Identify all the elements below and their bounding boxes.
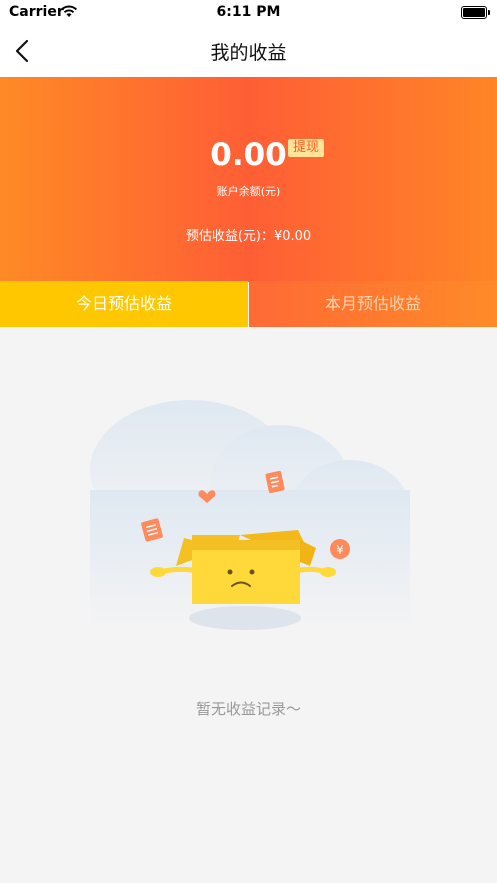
empty-state-message: 暂无收益记录～ — [195, 700, 301, 718]
nav-bar: 我的收益 — [0, 26, 497, 77]
earnings-tabs: 今日预估收益 本月预估收益 — [0, 281, 497, 327]
empty-box-illustration: ¥ — [90, 400, 410, 630]
estimated-earnings: 预估收益(元)：¥0.00 — [185, 229, 312, 244]
ground-shadow — [189, 606, 301, 630]
page-title: 我的收益 — [210, 42, 287, 64]
withdraw-button[interactable]: 提现 — [288, 139, 325, 157]
svg-text:¥: ¥ — [336, 543, 344, 557]
coin-icon: ¥ — [330, 539, 350, 559]
clock: 6:11 PM — [216, 4, 281, 20]
balance-label: 账户余额(元) — [216, 185, 281, 198]
earnings-summary: 0.00 提现 账户余额(元) 预估收益(元)：¥0.00 — [0, 77, 497, 282]
tab-today-estimate[interactable]: 今日预估收益 — [0, 281, 248, 327]
status-bar: Carrier 6:11 PM — [0, 0, 497, 26]
tab-month-estimate[interactable]: 本月预估收益 — [249, 281, 497, 327]
account-balance: 0.00 — [210, 137, 287, 173]
battery-icon — [461, 6, 490, 19]
